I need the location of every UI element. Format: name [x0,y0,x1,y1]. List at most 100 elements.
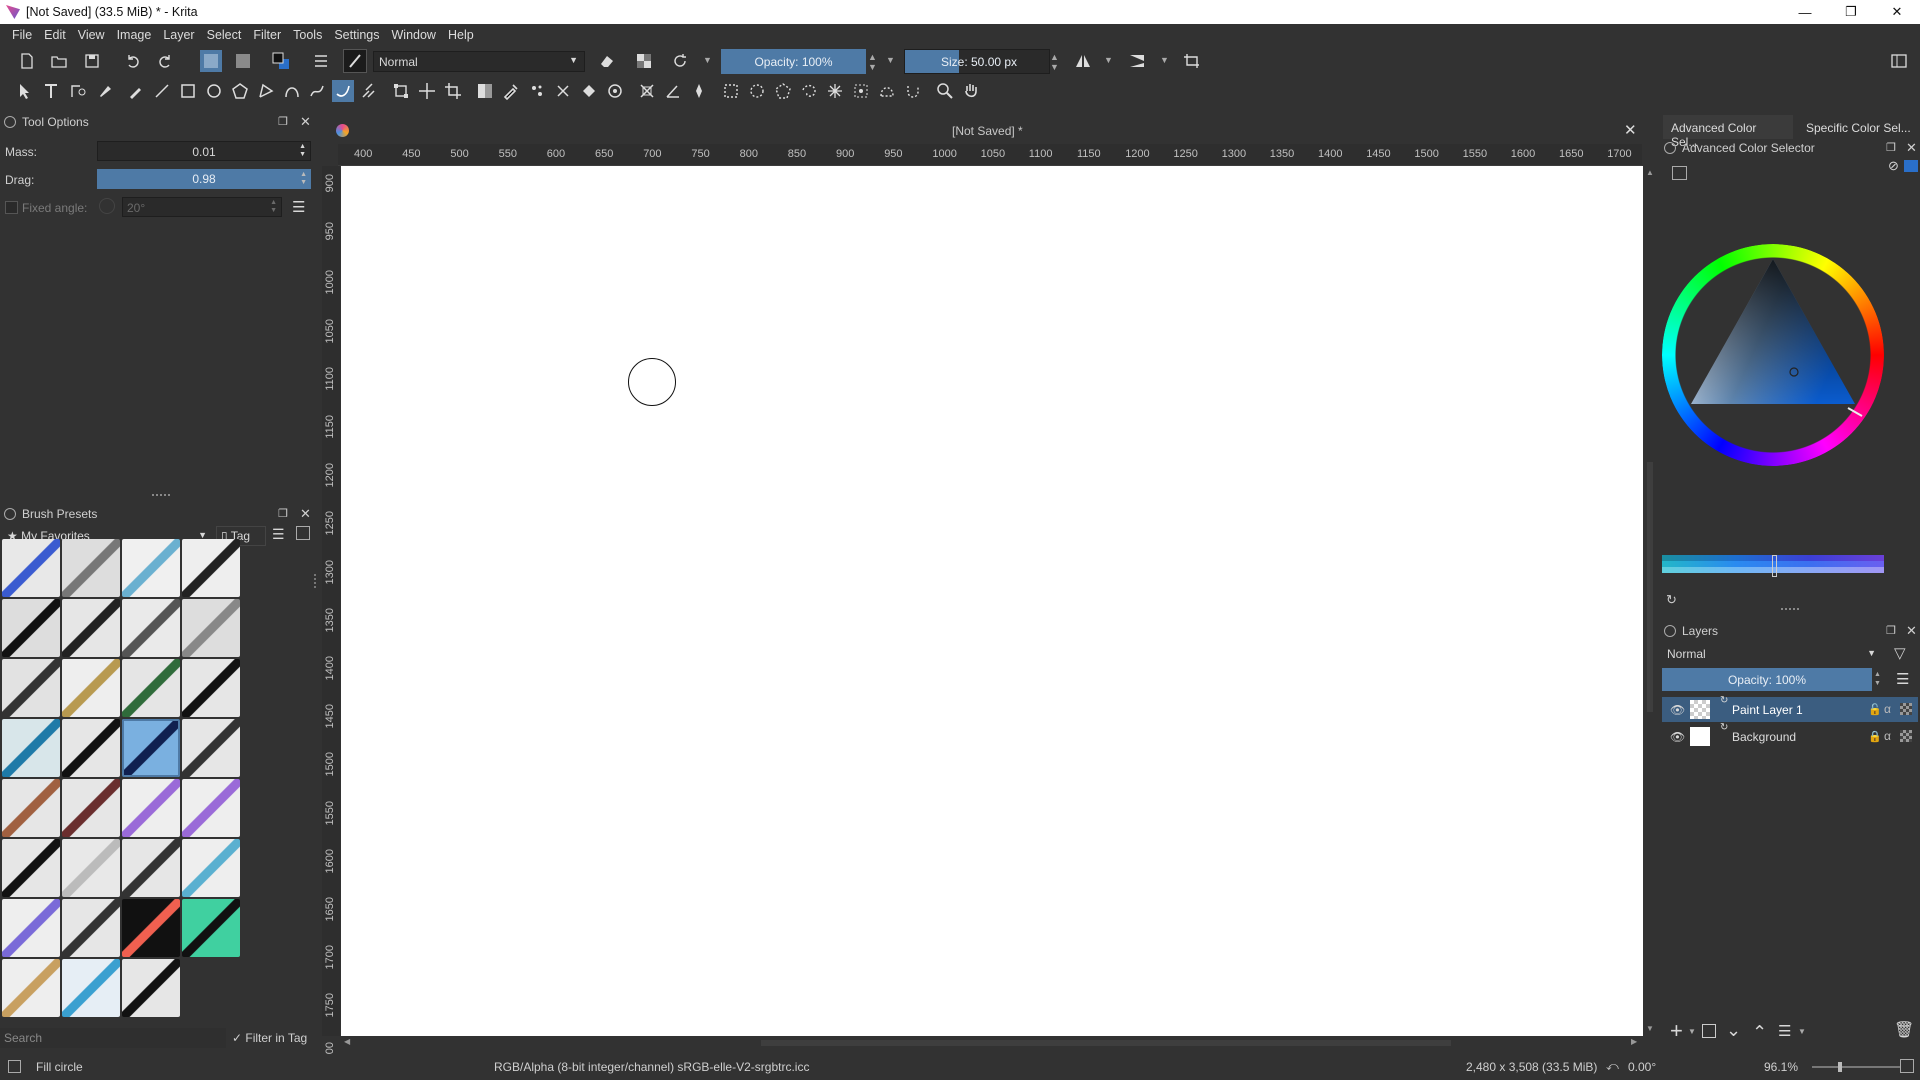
move-layer-up-icon[interactable]: ⌄ [1752,1020,1767,1041]
dynamic-brush-tool-icon[interactable] [332,80,354,102]
brush-preset-item[interactable] [182,839,240,897]
document-tab-title[interactable]: [Not Saved] * [952,124,1023,138]
search-input[interactable]: Search [0,1028,226,1048]
brush-preset-item[interactable] [182,899,240,957]
panel-lock-icon[interactable] [1664,625,1676,637]
brush-preset-item[interactable] [2,719,60,777]
move-tool-icon[interactable] [416,80,438,102]
magnetic-selection-icon[interactable] [902,80,924,102]
text-tool-icon[interactable] [40,80,62,102]
angle-dial[interactable] [99,198,115,214]
close-panel-icon[interactable]: ✕ [1906,140,1917,156]
color-history-bar[interactable] [1662,555,1884,577]
rectangular-selection-icon[interactable] [720,80,742,102]
line-tool-icon[interactable] [151,80,173,102]
mirror-horizontal-icon[interactable] [1072,50,1094,72]
brush-preset-item[interactable] [2,659,60,717]
layer-blend-mode-select[interactable]: Normal ▼ [1662,644,1880,664]
open-document-icon[interactable] [48,50,70,72]
tab-specific-color-selector[interactable]: Specific Color Sel... [1798,115,1920,139]
storage-icon[interactable] [296,526,310,540]
close-panel-icon[interactable]: ✕ [300,114,311,130]
wrap-around-icon[interactable] [1181,50,1203,72]
blend-mode-select[interactable]: Normal ▼ [373,51,585,72]
brush-preset-item[interactable] [182,539,240,597]
brush-preset-item[interactable] [182,659,240,717]
panel-splitter[interactable] [1781,608,1799,610]
brush-preset-item[interactable] [2,779,60,837]
panel-lock-icon[interactable] [1664,142,1676,154]
measure-tool-icon[interactable] [662,80,684,102]
brush-preset-item[interactable] [2,959,60,1017]
mirror-v-dropdown-icon[interactable]: ▼ [1160,55,1169,65]
close-panel-icon[interactable]: ✕ [300,506,311,522]
fg-bg-color-icon[interactable] [270,50,292,72]
brush-preset-item[interactable] [182,599,240,657]
brush-preset-item[interactable] [122,599,180,657]
brush-preset-item[interactable] [122,899,180,957]
brush-preset-item[interactable] [122,539,180,597]
smart-patch-tool-icon[interactable] [552,80,574,102]
reference-tool-icon[interactable] [688,80,710,102]
layer-options-menu-icon[interactable]: ☰ [1896,670,1909,688]
bezier-tool-icon[interactable] [281,80,303,102]
brush-preset-item[interactable] [122,719,180,777]
save-icon[interactable] [81,50,103,72]
brush-preset-item[interactable] [62,539,120,597]
pattern-icon[interactable] [232,50,254,72]
mirror-vertical-icon[interactable] [1126,50,1148,72]
freehand-selection-icon[interactable] [798,80,820,102]
color-selector-settings-icon[interactable] [1672,166,1687,180]
elliptical-selection-icon[interactable] [746,80,768,102]
panel-splitter[interactable] [152,494,170,496]
float-panel-icon[interactable]: ❐ [278,507,288,520]
float-panel-icon[interactable]: ❐ [1886,624,1896,637]
brush-preset-item[interactable] [122,959,180,1017]
brush-preset-item[interactable] [2,539,60,597]
menu-file[interactable]: File [6,28,38,42]
zoom-tool-icon[interactable] [934,80,956,102]
visibility-eye-icon[interactable]: 👁 [1670,730,1685,744]
undo-icon[interactable] [122,50,144,72]
brush-preset-item[interactable] [62,719,120,777]
size-slider[interactable]: Size: 50.00 px [904,49,1050,74]
current-color-swatch[interactable] [1904,160,1918,172]
menu-edit[interactable]: Edit [38,28,72,42]
layer-properties-icon[interactable]: ☰ [1778,1022,1791,1040]
fixed-angle-checkbox[interactable] [5,201,18,214]
brush-preset-item[interactable] [62,599,120,657]
menu-help[interactable]: Help [442,28,480,42]
panel-resize-handle[interactable] [314,574,317,588]
colorize-mask-tool-icon[interactable] [526,80,548,102]
crop-tool-icon[interactable] [442,80,464,102]
horizontal-scroll-thumb[interactable] [761,1040,1451,1046]
enclose-fill-tool-icon[interactable] [604,80,626,102]
brush-preset-item[interactable] [2,899,60,957]
opacity-stepper[interactable]: ▲ ▼ [868,52,877,72]
close-window-button[interactable]: ✕ [1874,0,1920,24]
freehand-brush-tool-icon[interactable] [125,80,147,102]
vertical-scrollbar[interactable]: ▲ ▼ [1643,166,1657,1036]
fill-tool-icon[interactable] [578,80,600,102]
drag-slider[interactable]: 0.98 ▲ ▼ [97,169,311,189]
menu-view[interactable]: View [72,28,111,42]
delete-layer-icon[interactable]: 🗑 [1894,1020,1914,1040]
lock-icon[interactable]: 🔓 [1868,703,1882,716]
brush-preset-item[interactable] [2,839,60,897]
layer-filter-icon[interactable]: ▽ [1894,644,1906,662]
menu-tools[interactable]: Tools [287,28,328,42]
workspace-chooser-icon[interactable] [1888,50,1910,72]
brush-preset-item[interactable] [122,779,180,837]
layer-opacity-slider[interactable]: Opacity: 100% [1662,668,1872,691]
inherit-alpha-icon[interactable] [1900,730,1912,742]
preserve-alpha-icon[interactable] [633,50,655,72]
visibility-eye-icon[interactable]: 👁 [1670,703,1685,717]
panel-lock-icon[interactable] [4,116,16,128]
brush-preset-item[interactable] [62,959,120,1017]
color-picker-tool-icon[interactable] [500,80,522,102]
opacity-slider[interactable]: Opacity: 100% [721,49,866,74]
layer-name[interactable]: Background [1732,730,1796,744]
brush-preset-item[interactable] [62,839,120,897]
mirror-h-dropdown-icon[interactable]: ▼ [1104,55,1113,65]
bezier-selection-icon[interactable] [876,80,898,102]
